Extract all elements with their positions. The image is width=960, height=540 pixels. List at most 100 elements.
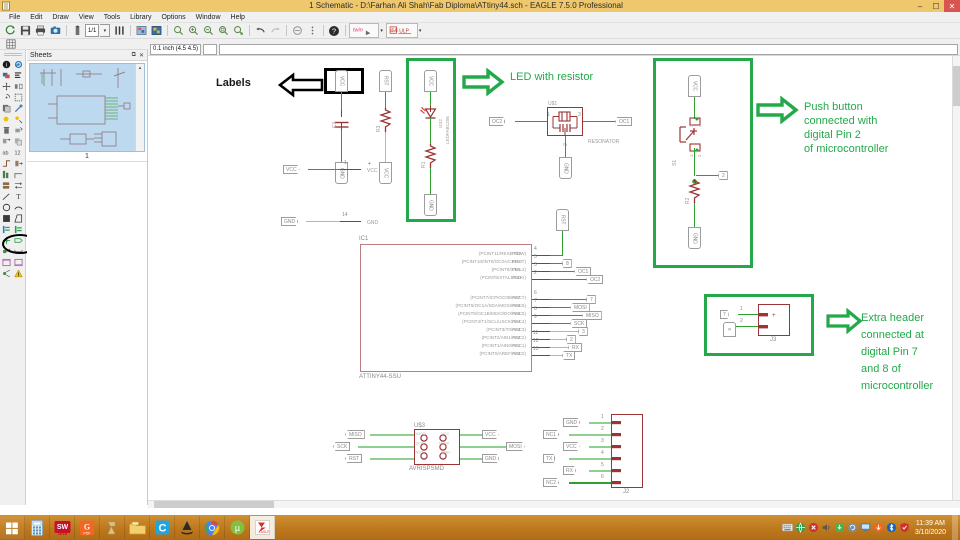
delete-icon[interactable]	[1, 125, 12, 136]
copy-icon[interactable]	[13, 136, 24, 147]
miter-icon[interactable]	[13, 169, 24, 180]
grid-icon[interactable]	[112, 24, 126, 38]
palette-grip[interactable]	[3, 53, 22, 57]
paste-icon[interactable]	[1, 103, 12, 114]
invoke-icon[interactable]	[13, 158, 24, 169]
net-flag-vcc-isp[interactable]: VCC	[482, 430, 499, 439]
net-flag-8-j3[interactable]: 8	[723, 322, 736, 337]
menu-tools[interactable]: Tools	[99, 12, 125, 23]
volume-icon[interactable]	[821, 522, 832, 533]
run-script-button[interactable]: twin	[349, 23, 380, 38]
close-icon[interactable]: ✕	[139, 52, 144, 59]
dimension-icon[interactable]	[13, 246, 24, 257]
maximize-button[interactable]: ☐	[928, 0, 944, 12]
arc-icon[interactable]	[13, 202, 24, 213]
bus-icon[interactable]	[1, 224, 12, 235]
polygon-icon[interactable]	[13, 213, 24, 224]
net-flag-vcc-c1[interactable]: VCC	[335, 70, 348, 92]
command-prefix-field[interactable]	[203, 44, 218, 55]
net-flag-gnd-j2[interactable]: GND	[563, 418, 581, 427]
net-icon[interactable]	[13, 224, 24, 235]
net-flag-tx-ic1[interactable]: TX	[562, 351, 576, 360]
header-j3-body[interactable]: +	[758, 304, 790, 336]
net-flag-oc1-ic1[interactable]: OC1	[574, 267, 592, 276]
net-flag-sck-ic1[interactable]: SCK	[570, 319, 588, 328]
attribute-icon[interactable]	[1, 246, 12, 257]
net-flag-vcc-r3[interactable]: VCC	[379, 162, 392, 184]
dot-icon[interactable]	[1, 114, 12, 125]
info-icon[interactable]: i	[1, 59, 12, 70]
reload-icon[interactable]	[13, 59, 24, 70]
net-flag-gnd-ic1[interactable]: GND	[281, 217, 299, 226]
layer-icon[interactable]	[1, 70, 12, 81]
zoom-redraw-icon[interactable]	[216, 24, 230, 38]
canvas-horizontal-scrollbar[interactable]	[148, 500, 960, 508]
taskbar-clock[interactable]: 11:39 AM 3/10/2020	[915, 519, 946, 537]
menu-draw[interactable]: Draw	[47, 12, 73, 23]
net-flag-miso-ic1[interactable]: MISO	[582, 311, 602, 320]
menu-options[interactable]: Options	[156, 12, 190, 23]
grid-settings-icon[interactable]	[4, 37, 18, 51]
unknown-app-icon[interactable]	[100, 516, 125, 539]
download-icon[interactable]	[873, 522, 884, 533]
print-icon[interactable]	[33, 24, 47, 38]
camera-icon[interactable]	[48, 24, 62, 38]
rotate-icon[interactable]	[1, 92, 12, 103]
net-flag-vcc-ic1[interactable]: VCC	[283, 165, 300, 174]
switch-s1-symbol[interactable]	[676, 114, 708, 165]
command-line-input[interactable]	[219, 44, 958, 55]
add-part-icon[interactable]	[13, 125, 24, 136]
smash-icon[interactable]	[13, 114, 24, 125]
stop-icon[interactable]	[290, 24, 304, 38]
sheet-selector-arrow[interactable]: ▾	[100, 24, 111, 37]
scroll-up-icon[interactable]: ▴	[136, 64, 144, 72]
schematic-canvas[interactable]: Labels VCC C1 GND RST R3 VCC VCC US2 LED…	[148, 56, 953, 500]
undock-icon[interactable]: ⧉	[132, 52, 136, 59]
value-icon[interactable]: 12	[13, 147, 24, 158]
close-button[interactable]: ✕	[944, 0, 960, 12]
sheet-thumbnail[interactable]: ▴	[29, 63, 145, 152]
menu-window[interactable]: Window	[191, 12, 226, 23]
horizontal-scroll-thumb[interactable]	[154, 501, 274, 508]
frame-icon[interactable]	[1, 257, 12, 268]
update-icon[interactable]	[834, 522, 845, 533]
zoom-in-icon[interactable]	[186, 24, 200, 38]
replace-icon[interactable]	[1, 136, 12, 147]
split-icon[interactable]	[1, 158, 12, 169]
script-dropdown-arrow-1[interactable]: ▾	[380, 28, 383, 34]
undo-icon[interactable]	[253, 24, 267, 38]
save-icon[interactable]	[18, 24, 32, 38]
net-flag-rst-isp[interactable]: RST	[345, 454, 362, 463]
net-flag-mosi-ic1[interactable]: MOSI	[570, 303, 590, 312]
net-flag-2-ic1[interactable]: 2	[566, 335, 576, 344]
warning-icon[interactable]	[13, 268, 24, 279]
sheet-icon[interactable]	[70, 24, 84, 38]
sheet-thumbnail-scrollbar[interactable]: ▴	[135, 64, 144, 151]
keyboard-icon[interactable]	[782, 522, 793, 533]
script-dropdown-arrow-2[interactable]: ▾	[419, 28, 422, 34]
mirror-icon[interactable]	[13, 81, 24, 92]
refresh-icon[interactable]	[3, 24, 17, 38]
line-icon[interactable]	[1, 191, 12, 202]
monitor-icon[interactable]	[860, 522, 871, 533]
file-explorer-app-icon[interactable]	[125, 516, 150, 539]
zoom-select-icon[interactable]	[231, 24, 245, 38]
board-icon[interactable]	[149, 24, 163, 38]
move-icon[interactable]	[1, 81, 12, 92]
net-flag-3-ic1[interactable]: 3	[578, 327, 588, 336]
display-icon[interactable]	[13, 70, 24, 81]
show-desktop-button[interactable]	[952, 515, 958, 540]
run-script-icon[interactable]	[305, 24, 319, 38]
calculator-app-icon[interactable]	[25, 516, 50, 539]
net-flag-nc2-j2[interactable]: NC2	[543, 478, 560, 487]
name-icon[interactable]: ab	[1, 147, 12, 158]
net-flag-oc1-resonator[interactable]: OC1	[615, 117, 633, 126]
net-flag-oc2-resonator[interactable]: OC2	[489, 117, 506, 126]
isp-header-u3-body[interactable]: MISO SCK RST VCC MOSI GND	[414, 429, 460, 465]
sheet-add-icon[interactable]	[13, 257, 24, 268]
canvas-vertical-scrollbar[interactable]	[952, 56, 960, 500]
redo-icon[interactable]	[268, 24, 282, 38]
net-flag-vcc-j2[interactable]: VCC	[563, 442, 580, 451]
inkscape-app-icon[interactable]	[175, 516, 200, 539]
bluetooth-icon[interactable]	[886, 522, 897, 533]
